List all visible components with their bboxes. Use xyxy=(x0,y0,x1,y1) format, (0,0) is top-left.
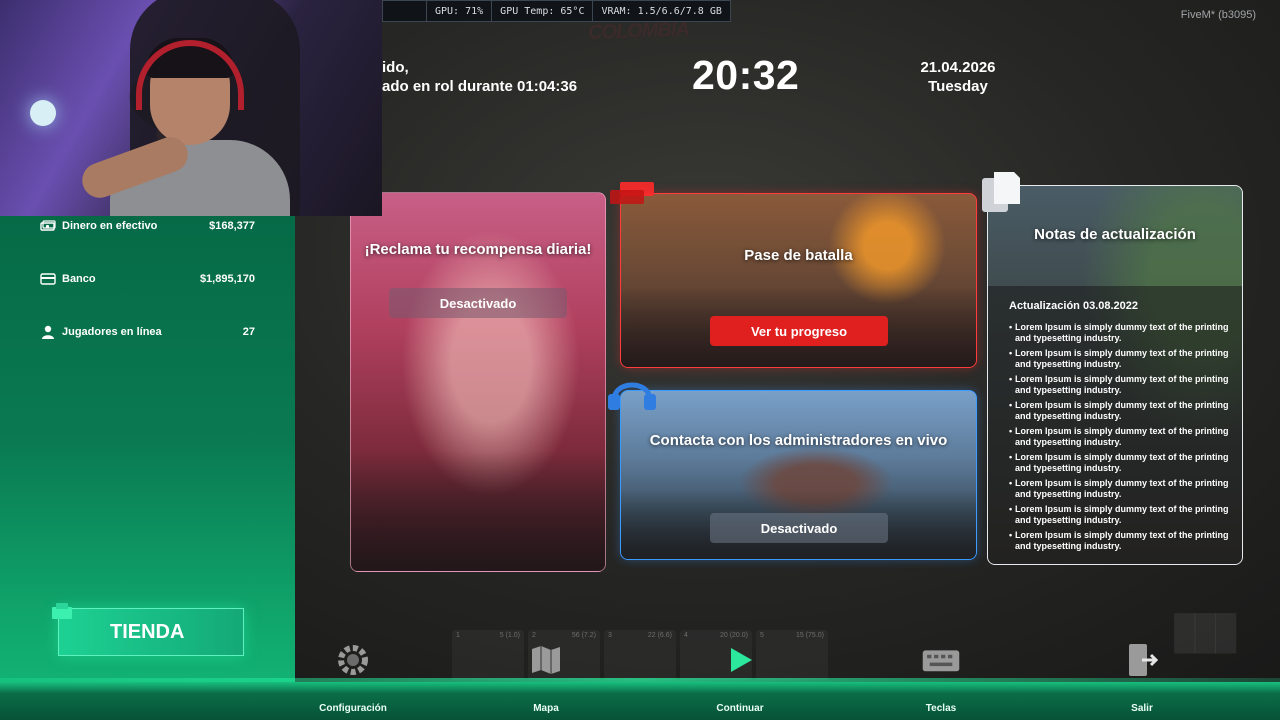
nav-label-salir: Salir xyxy=(1131,703,1153,714)
stat-value-cash: $168,377 xyxy=(209,220,255,232)
perf-blank-cell xyxy=(383,1,427,21)
stat-value-players: 27 xyxy=(242,326,255,338)
nav-mapa[interactable]: Mapa xyxy=(486,640,606,714)
patch-note-item: Lorem Ipsum is simply dummy text of the … xyxy=(1009,322,1229,348)
contact-admins-title: Contacta con los administradores en vivo xyxy=(649,432,948,449)
patch-note-item: Lorem Ipsum is simply dummy text of the … xyxy=(1009,478,1229,504)
gear-icon xyxy=(333,640,373,680)
perf-vram: VRAM: 1.5/6.6/7.8 GB xyxy=(601,6,722,17)
nav-label-teclas: Teclas xyxy=(925,703,957,714)
shop-icon xyxy=(50,603,74,621)
patch-note-item: Lorem Ipsum is simply dummy text of the … xyxy=(1009,452,1229,478)
clock: 20:32 xyxy=(692,52,800,98)
patch-note-item: Lorem Ipsum is simply dummy text of the … xyxy=(1009,504,1229,530)
stat-label-players: Jugadores en línea xyxy=(62,326,162,338)
stat-row-players: Jugadores en línea 27 xyxy=(40,323,255,341)
tienda-button[interactable]: TIENDA xyxy=(58,608,244,656)
nav-configuracion[interactable]: Configuración xyxy=(293,640,413,714)
nav-teclas[interactable]: Teclas xyxy=(881,640,1001,714)
stat-row-bank: Banco $1,895,170 xyxy=(40,270,255,288)
nav-salir[interactable]: Salir xyxy=(1082,640,1202,714)
credit-card-icon xyxy=(40,272,56,286)
money-stack-icon xyxy=(40,219,56,233)
patch-notes-date: Actualización 03.08.2022 xyxy=(1009,300,1139,312)
server-logo: COLOMBIA xyxy=(587,18,690,44)
battle-pass-progress-button[interactable]: Ver tu progreso xyxy=(710,316,888,346)
patch-note-item: Lorem Ipsum is simply dummy text of the … xyxy=(1009,400,1229,426)
patch-note-item: Lorem Ipsum is simply dummy text of the … xyxy=(1009,374,1229,400)
ticket-icon xyxy=(606,180,660,213)
patch-notes-title: Notas de actualización xyxy=(1034,226,1196,243)
welcome-line-2: ado en rol durante 01:04:36 xyxy=(382,78,578,95)
tienda-label: TIENDA xyxy=(110,620,185,643)
play-icon xyxy=(720,640,760,680)
webcam-overlay xyxy=(0,0,382,216)
keyboard-icon xyxy=(921,640,961,680)
battle-pass-title: Pase de batalla xyxy=(744,247,853,264)
nav-label-mapa: Mapa xyxy=(533,703,559,714)
date-day: 21.04.2026 xyxy=(920,59,996,76)
patch-notes-list: Lorem Ipsum is simply dummy text of the … xyxy=(1009,322,1229,556)
date-display: 21.04.2026 Tuesday xyxy=(900,58,1016,96)
performance-overlay: GPU: 71% GPU Temp: 65°C VRAM: 1.5/6.6/7.… xyxy=(382,0,731,22)
perf-gpu-temp: GPU Temp: 65°C xyxy=(492,1,594,21)
stat-label-cash: Dinero en efectivo xyxy=(62,220,158,232)
patch-note-item: Lorem Ipsum is simply dummy text of the … xyxy=(1009,530,1229,556)
contact-admins-card[interactable]: Contacta con los administradores en vivo… xyxy=(620,390,977,560)
nav-continuar[interactable]: Continuar xyxy=(680,640,800,714)
map-icon xyxy=(526,640,566,680)
headset-icon xyxy=(606,374,658,419)
nav-label-configuracion: Configuración xyxy=(319,703,387,714)
daily-reward-title: ¡Reclama tu recompensa diaria! xyxy=(364,241,592,258)
welcome-line-1: ido, xyxy=(382,59,409,76)
daily-reward-card[interactable]: ¡Reclama tu recompensa diaria! Desactiva… xyxy=(350,192,606,572)
nav-label-continuar: Continuar xyxy=(716,703,764,714)
exit-icon xyxy=(1122,640,1162,680)
stat-row-cash: Dinero en efectivo $168,377 xyxy=(40,217,255,235)
daily-reward-button[interactable]: Desactivado xyxy=(389,288,567,318)
stat-label-bank: Banco xyxy=(62,273,96,285)
welcome-text: ido, ado en rol durante 01:04:36 xyxy=(382,58,577,96)
document-icon xyxy=(980,170,1022,219)
bottom-bar xyxy=(0,682,1280,720)
battle-pass-card[interactable]: Pase de batalla Ver tu progreso xyxy=(620,193,977,368)
webcam-lamp xyxy=(30,100,56,126)
patch-note-item: Lorem Ipsum is simply dummy text of the … xyxy=(1009,348,1229,374)
perf-gpu: GPU: 71% xyxy=(427,1,493,21)
fivem-build-label: FiveM* (b3095) xyxy=(1180,9,1256,21)
stat-value-bank: $1,895,170 xyxy=(199,273,255,285)
patch-notes-card: Notas de actualización Actualización 03.… xyxy=(987,185,1243,565)
patch-note-item: Lorem Ipsum is simply dummy text of the … xyxy=(1009,426,1229,452)
hotbar-slot[interactable]: 3 22 (6.6) xyxy=(604,630,676,680)
user-icon xyxy=(40,325,56,339)
contact-admins-button[interactable]: Desactivado xyxy=(710,513,888,543)
date-weekday: Tuesday xyxy=(928,78,988,95)
